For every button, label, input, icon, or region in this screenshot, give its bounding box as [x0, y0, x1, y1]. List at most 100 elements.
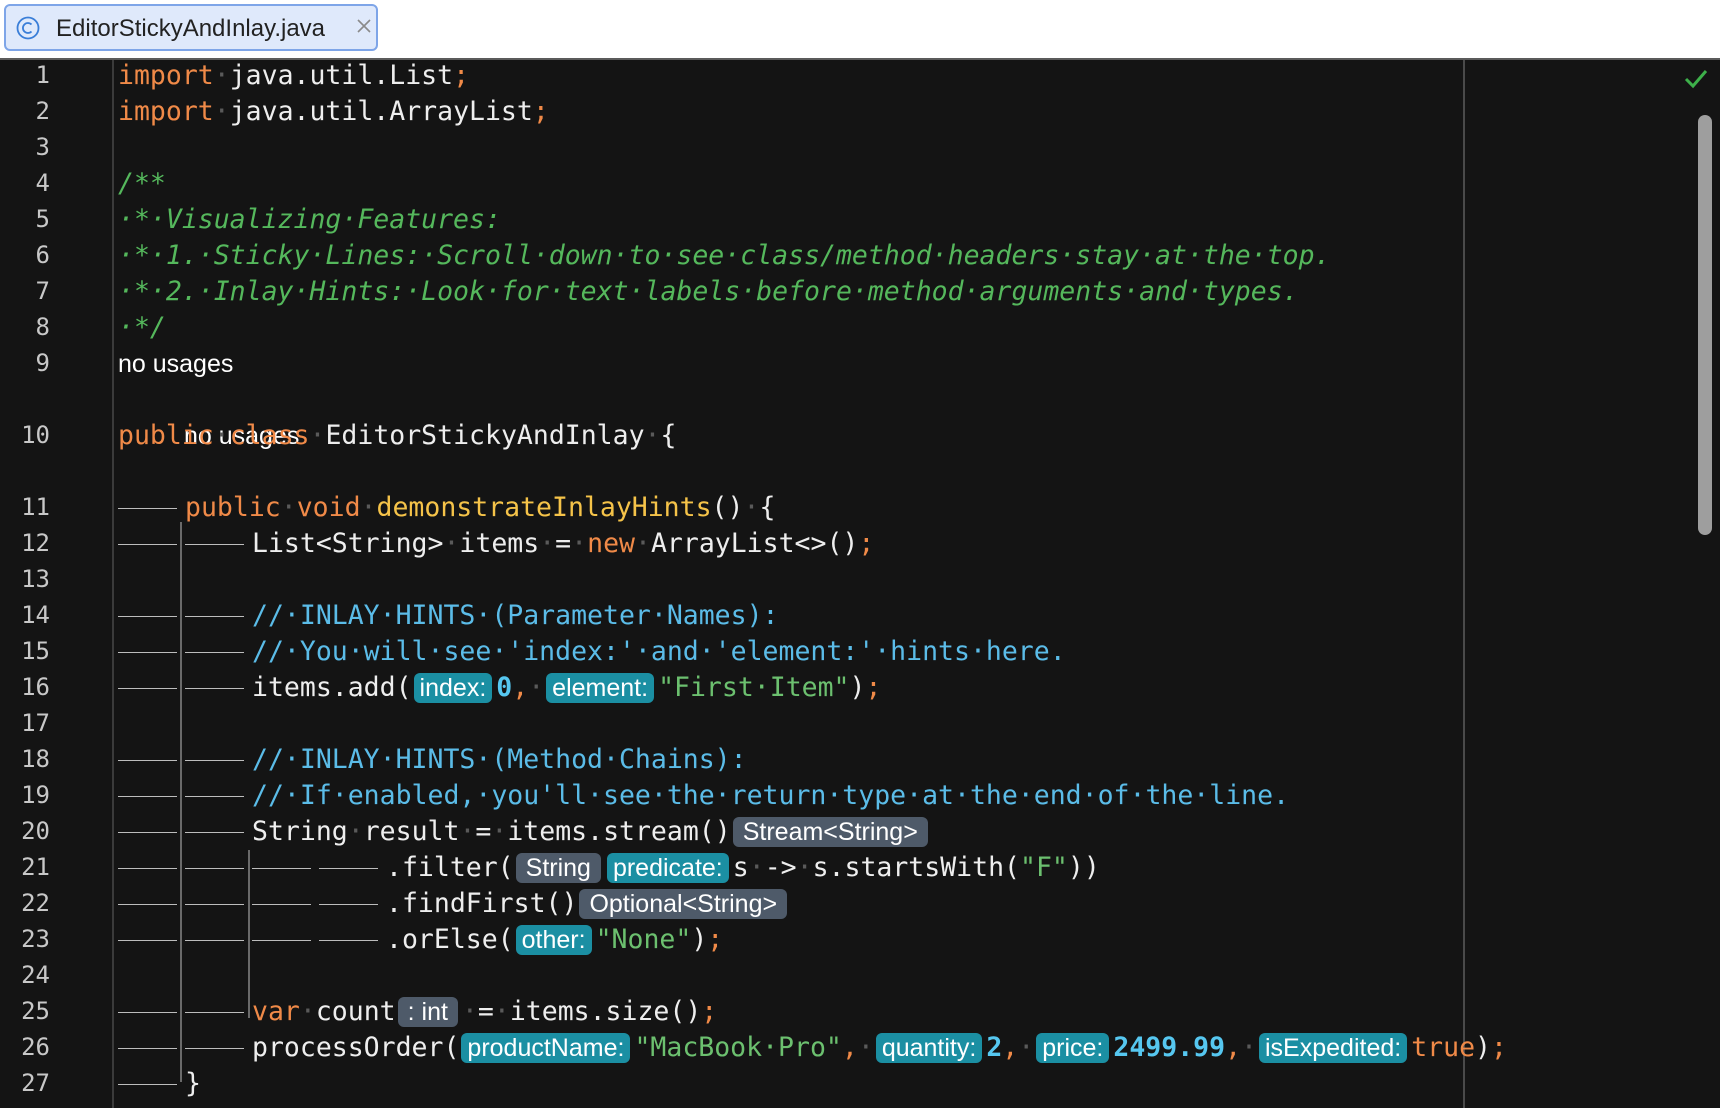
code-token: .filter(	[386, 852, 514, 883]
code-line[interactable]: //·INLAY·HINTS·(Parameter·Names):	[118, 600, 779, 631]
code-line[interactable]: processOrder(productName: "MacBook·Pro",·…	[118, 1032, 1507, 1063]
type-hint[interactable]: Stream<String>	[732, 817, 928, 847]
code-token: var	[252, 996, 300, 1027]
indent-guide	[118, 600, 185, 631]
line-number: 19	[21, 781, 50, 809]
whitespace-dot: ·	[796, 852, 813, 883]
type-hint[interactable]: Optional<String>	[579, 889, 788, 919]
code-token: processOrder(	[252, 1032, 460, 1063]
parameter-name-hint[interactable]: index:	[413, 673, 493, 703]
code-token: )	[849, 672, 866, 703]
code-line[interactable]: //·You·will·see·'index:'·and·'element:'·…	[118, 636, 1066, 667]
code-line[interactable]: //·If·enabled,·you'll·see·the·return·typ…	[118, 780, 1289, 811]
code-token: //·You·will·see·'index:'·and·'element:'·…	[252, 636, 1066, 667]
right-margin-guide	[1463, 60, 1465, 1108]
line-number: 8	[35, 313, 50, 341]
parameter-name-hint[interactable]: predicate:	[606, 853, 729, 883]
whitespace-dot: ·	[443, 528, 460, 559]
code-token: ))	[1067, 852, 1100, 883]
line-number: 6	[35, 241, 50, 269]
line-number: 15	[21, 637, 50, 665]
line-number: 7	[35, 277, 50, 305]
indent-guide	[252, 852, 319, 883]
line-number: 12	[21, 529, 50, 557]
code-line[interactable]: public·void·demonstrateInlayHints()·{	[118, 492, 775, 523]
code-token: public	[118, 420, 214, 451]
whitespace-dot: ·	[299, 996, 316, 1027]
type-hint[interactable]: : int	[397, 997, 458, 1027]
indent-guide	[185, 816, 252, 847]
line-number: 5	[35, 205, 50, 233]
code-line[interactable]: .filter(String predicate: s·->·s.startsWit…	[118, 852, 1100, 883]
code-token: items.size()	[509, 996, 702, 1027]
code-line[interactable]: //·INLAY·HINTS·(Method·Chains):	[118, 744, 747, 775]
type-hint[interactable]: String	[515, 853, 601, 883]
tab-editor-sticky-and-inlay[interactable]: EditorStickyAndInlay.java	[4, 4, 378, 51]
code-token: {	[660, 420, 677, 451]
indent-guide	[118, 492, 185, 523]
indent-guide	[185, 672, 252, 703]
code-editor[interactable]: no usages no usages 1 import·java.util.Li…	[0, 60, 1720, 1108]
line-number: 24	[21, 961, 50, 989]
code-line[interactable]: ·*·2.·Inlay·Hints:·Look·for·text·labels·…	[118, 276, 1299, 307]
code-line[interactable]: .findFirst() Optional<String>	[118, 888, 791, 919]
close-icon[interactable]	[354, 16, 374, 36]
line-number: 11	[21, 493, 50, 521]
code-line[interactable]: }	[118, 1068, 201, 1099]
code-line[interactable]: var·count: int ·=·items.size();	[118, 996, 717, 1027]
code-token: 0	[496, 672, 513, 703]
indent-guide	[118, 672, 185, 703]
code-line[interactable]: import·java.util.List;	[118, 60, 469, 91]
whitespace-dot: ·	[1018, 1032, 1035, 1063]
code-token: import	[118, 60, 214, 91]
indent-guide	[185, 852, 252, 883]
code-token: ;	[707, 924, 724, 955]
vertical-scrollbar[interactable]	[1698, 115, 1712, 535]
code-token: //·If·enabled,·you'll·see·the·return·typ…	[252, 780, 1290, 811]
code-token: )	[691, 924, 708, 955]
parameter-name-hint[interactable]: quantity:	[875, 1033, 983, 1063]
class-usages-lens[interactable]: no usages	[118, 350, 233, 379]
indent-guide	[118, 816, 185, 847]
code-token: String	[252, 816, 348, 847]
indent-guide	[319, 852, 386, 883]
code-line[interactable]: items.add(index: 0,· element: "First·Item")…	[118, 672, 881, 703]
code-token: java.util.ArrayList	[229, 96, 533, 127]
code-token: 2499.99	[1113, 1032, 1226, 1063]
code-line[interactable]: String·result·=·items.stream() Stream<Str…	[118, 816, 932, 847]
parameter-name-hint[interactable]: isExpedited:	[1259, 1033, 1408, 1063]
code-line[interactable]: .orElse(other: "None");	[118, 924, 723, 955]
indent-guide	[252, 924, 319, 955]
code-token: ArrayList<>()	[650, 528, 859, 559]
code-token: ;	[1491, 1032, 1507, 1063]
code-line[interactable]: import·java.util.ArrayList;	[118, 96, 549, 127]
code-token: {	[759, 492, 776, 523]
indent-guide	[185, 636, 252, 667]
parameter-name-hint[interactable]: price:	[1036, 1033, 1110, 1063]
code-token: ,	[1002, 1032, 1019, 1063]
code-token: "F"	[1020, 852, 1068, 883]
parameter-name-hint[interactable]: element:	[546, 673, 655, 703]
code-token: ()	[711, 492, 744, 523]
whitespace-dot: ·	[634, 528, 651, 559]
code-line[interactable]: public·class·EditorStickyAndInlay·{	[118, 420, 676, 451]
code-token: /**	[118, 168, 166, 199]
code-line[interactable]: ·*·1.·Sticky·Lines:·Scroll·down·to·see·c…	[118, 240, 1331, 271]
line-number: 17	[21, 709, 50, 737]
line-number: 9	[35, 349, 50, 377]
code-token: ;	[532, 96, 549, 127]
code-line[interactable]: /**	[118, 168, 166, 199]
line-number: 10	[21, 421, 50, 449]
code-token: 2	[986, 1032, 1003, 1063]
code-line[interactable]: ·*·Visualizing·Features:	[118, 204, 501, 235]
checkmark-icon[interactable]	[1683, 68, 1709, 90]
line-number: 23	[21, 925, 50, 953]
parameter-name-hint[interactable]: other:	[515, 925, 592, 955]
code-line[interactable]: List<String>·items·=·new·ArrayList<>();	[118, 528, 874, 559]
parameter-name-hint[interactable]: productName:	[461, 1033, 631, 1063]
indent-guide	[185, 924, 252, 955]
code-token: true	[1411, 1032, 1476, 1063]
code-line[interactable]: ·*/	[118, 312, 166, 343]
code-token: )	[1475, 1032, 1491, 1063]
line-number: 2	[35, 97, 50, 125]
